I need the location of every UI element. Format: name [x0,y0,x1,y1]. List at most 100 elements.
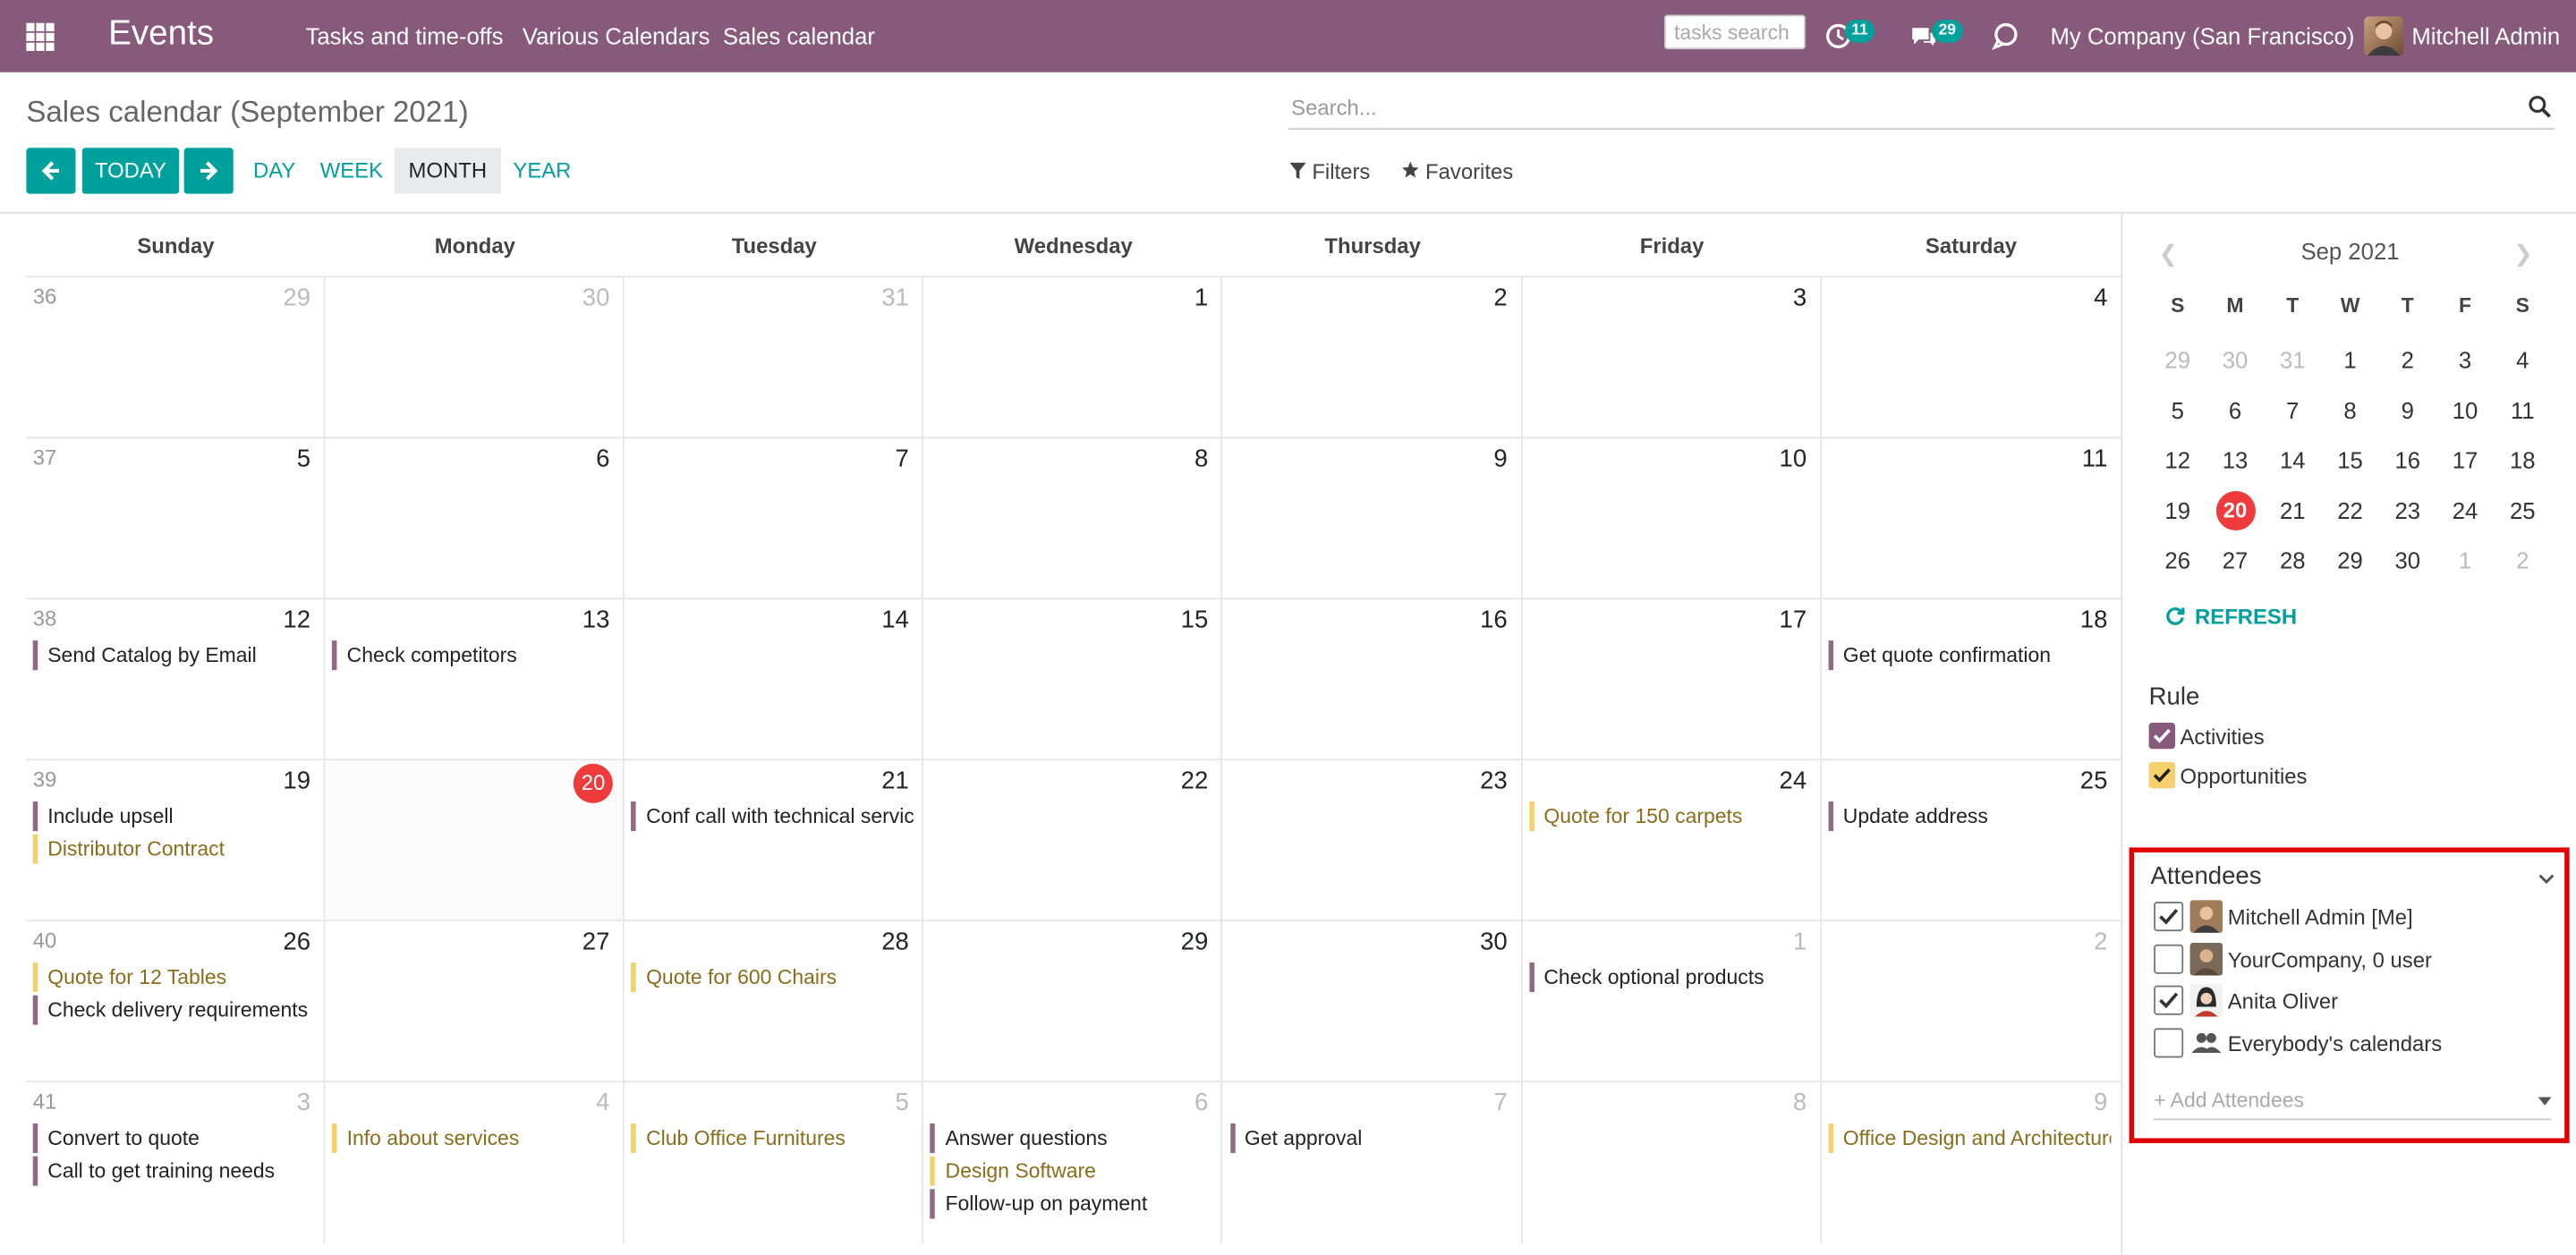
mini-day[interactable]: 3 [2436,346,2494,372]
mini-today[interactable]: 20 [2215,490,2256,530]
attendee-row[interactable]: Anita Oliver [2154,983,2548,1019]
mini-day[interactable]: 23 [2379,496,2436,522]
search-input[interactable]: Search... [1288,89,2555,131]
mini-day[interactable]: 27 [2206,547,2264,572]
tasks-search-input[interactable]: tasks search [1663,14,1806,50]
menu-sales-calendar[interactable]: Sales calendar [723,23,875,49]
attendee-checkbox[interactable] [2154,902,2184,932]
filters-dropdown[interactable]: Filters [1289,159,1370,184]
calendar-day-cell[interactable]: 13 Check competitors [326,599,625,761]
calendar-event[interactable]: Club Office Furnitures [631,1123,914,1153]
calendar-event[interactable]: Check competitors [332,640,615,671]
mini-day[interactable]: 5 [2149,396,2206,422]
calendar-day-cell[interactable]: 1 [924,277,1223,439]
calendar-day-cell[interactable]: 37 5 [26,438,326,600]
calendar-day-cell[interactable]: 8 [1522,1081,1822,1243]
calendar-day-cell[interactable]: 2 [1223,277,1523,439]
mini-day[interactable]: 10 [2436,396,2494,422]
calendar-day-cell[interactable]: 41 3 Convert to quote Call to get training … [26,1081,326,1243]
calendar-day-cell[interactable]: 40 26 Quote for 12 Tables Check delivery re… [26,921,326,1082]
calendar-event[interactable]: Design Software [930,1156,1213,1186]
mini-day[interactable]: 1 [2436,547,2494,572]
calendar-day-cell[interactable]: 23 [1223,760,1523,922]
user-menu[interactable]: Mitchell Admin [2411,23,2560,49]
calendar-event[interactable]: Info about services [332,1123,615,1153]
mini-next-month-icon[interactable]: ❯ [2513,240,2533,267]
calendar-day-cell[interactable]: 16 [1223,599,1523,761]
calendar-day-cell[interactable]: 38 12 Send Catalog by Email [26,599,326,761]
mini-day[interactable]: 1 [2321,346,2378,372]
calendar-day-cell[interactable]: 15 [924,599,1223,761]
mini-day[interactable]: 16 [2379,446,2436,472]
scale-month-button[interactable]: MONTH [394,148,502,194]
calendar-day-cell[interactable]: 4 [1822,277,2121,438]
scale-week-button[interactable]: WEEK [317,148,386,193]
attendee-row[interactable]: Everybody's calendars [2154,1027,2548,1060]
calendar-event[interactable]: Include upsell [32,801,316,832]
calendar-event[interactable]: Check optional products [1528,962,1812,993]
caret-down-icon[interactable] [2538,1097,2552,1107]
calendar-event[interactable]: Follow-up on payment [930,1189,1213,1219]
mini-day[interactable]: 29 [2149,346,2206,372]
calendar-day-cell[interactable]: 31 [625,277,924,439]
mini-day[interactable]: 26 [2149,547,2206,572]
attendee-checkbox[interactable] [2154,985,2184,1015]
calendar-day-cell[interactable]: 11 [1822,438,2121,599]
scale-day-button[interactable]: DAY [246,148,302,193]
calendar-day-cell[interactable]: 9 Office Design and Architecture [1822,1082,2121,1243]
mini-day[interactable]: 15 [2321,446,2378,472]
calendar-day-cell[interactable]: 9 [1223,438,1523,600]
attendee-row[interactable]: YourCompany, 0 user [2154,942,2548,977]
calendar-event[interactable]: Quote for 600 Chairs [631,962,914,993]
calendar-event[interactable]: Quote for 12 Tables [32,962,316,993]
calendar-event[interactable]: Convert to quote [32,1123,316,1153]
calendar-day-cell[interactable]: 10 [1522,438,1822,600]
apps-grid-icon[interactable] [26,22,55,51]
calendar-day-cell[interactable]: 20 [325,760,625,922]
attendee-row[interactable]: Mitchell Admin [Me] [2154,900,2548,935]
calendar-day-cell[interactable]: 7 [625,438,924,600]
mini-day[interactable]: 13 [2206,446,2264,472]
calendar-day-cell[interactable]: 22 [924,760,1223,922]
calendar-day-cell[interactable]: 6 Answer questions Design Software Follow-u… [924,1081,1223,1243]
mini-day[interactable]: 18 [2494,446,2551,472]
mini-day[interactable]: 6 [2206,396,2264,422]
calendar-day-cell[interactable]: 21 Conf call with technical service [625,760,924,922]
user-avatar[interactable] [2364,16,2404,56]
mini-day[interactable]: 21 [2264,496,2321,522]
calendar-day-cell[interactable]: 2 [1822,921,2121,1082]
mini-day[interactable]: 30 [2206,346,2264,372]
calendar-event[interactable]: Office Design and Architecture [1828,1123,2111,1153]
calendar-event[interactable]: Distributor Contract [32,834,316,864]
calendar-event[interactable]: Get approval [1229,1123,1512,1153]
mini-day[interactable]: 12 [2149,446,2206,472]
calendar-day-cell[interactable]: 7 Get approval [1223,1081,1523,1243]
mini-day[interactable]: 9 [2379,396,2436,422]
mini-day[interactable]: 7 [2264,396,2321,422]
today-button[interactable]: TODAY [81,148,180,194]
mini-day[interactable]: 14 [2264,446,2321,472]
calendar-day-cell[interactable]: 25 Update address [1822,760,2121,921]
calendar-day-cell[interactable]: 30 [326,277,625,439]
attendee-checkbox[interactable] [2154,1027,2184,1057]
calendar-event[interactable]: Call to get training needs [32,1156,316,1186]
mini-day[interactable]: 17 [2436,446,2494,472]
mini-day[interactable]: 2 [2494,547,2551,572]
discuss-icon[interactable] [1990,21,2019,51]
calendar-day-cell[interactable]: 39 19 Include upsell Distributor Contract [26,760,326,922]
menu-tasks-and-time-offs[interactable]: Tasks and time-offs [306,23,504,49]
calendar-event[interactable]: Quote for 150 carpets [1528,801,1812,832]
next-button[interactable] [183,148,234,194]
mini-day[interactable]: 28 [2264,547,2321,572]
chevron-down-icon[interactable] [2538,872,2555,886]
calendar-event[interactable]: Update address [1828,801,2111,832]
mini-day[interactable]: 24 [2436,496,2494,522]
previous-button[interactable] [26,148,76,194]
calendar-day-cell[interactable]: 18 Get quote confirmation [1822,599,2121,760]
favorites-dropdown[interactable]: Favorites [1401,159,1513,184]
calendar-event[interactable]: Send Catalog by Email [32,640,316,671]
mini-day[interactable]: 4 [2494,346,2551,372]
calendar-day-cell[interactable]: 29 [924,921,1223,1082]
calendar-day-cell[interactable]: 28 Quote for 600 Chairs [625,921,924,1082]
calendar-day-cell[interactable]: 3 [1522,277,1822,439]
